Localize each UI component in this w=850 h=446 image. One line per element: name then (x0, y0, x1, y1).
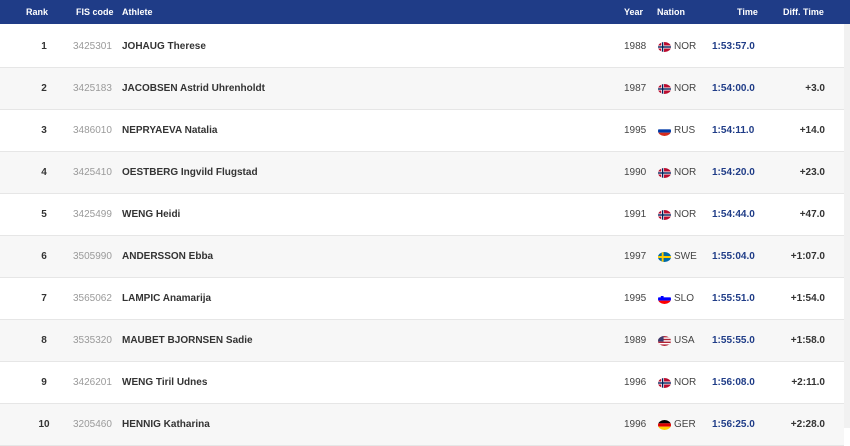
time-cell: 1:54:44.0 (712, 209, 755, 220)
birth-year-cell: 1995 (624, 125, 647, 136)
athlete-name-link[interactable]: WENG Heidi (122, 209, 180, 221)
nation-code-cell: RUS (674, 125, 696, 136)
diff-time-cell: +47.0 (799, 209, 825, 220)
birth-year-cell: 1996 (624, 419, 647, 430)
fis-code-cell: 3205460 (73, 419, 112, 430)
results-list: 1 3425301 JOHAUG Therese 1988 NOR 1:53:57.0 2 3… (0, 26, 844, 446)
russia-flag-icon (658, 126, 671, 136)
results-table-header: Rank FIS code Athlete Year Nation Time D… (0, 0, 850, 24)
table-row[interactable]: 1 3425301 JOHAUG Therese 1988 NOR 1:53:57.0 (0, 26, 844, 68)
athlete-name-link[interactable]: LAMPIC Anamarija (122, 293, 211, 305)
time-cell: 1:54:00.0 (712, 83, 755, 94)
birth-year-cell: 1989 (624, 335, 647, 346)
nation-code-cell: USA (674, 335, 695, 346)
birth-year-cell: 1991 (624, 209, 647, 220)
scrollbar[interactable] (844, 24, 850, 428)
diff-time-cell: +1:58.0 (790, 335, 825, 346)
table-row[interactable]: 5 3425499 WENG Heidi 1991 NOR 1:54:44.0 +47.0 (0, 194, 844, 236)
athlete-name-link[interactable]: JOHAUG Therese (122, 41, 206, 53)
athlete-name-link[interactable]: NEPRYAEVA Natalia (122, 125, 217, 137)
athlete-name-link[interactable]: HENNIG Katharina (122, 419, 210, 431)
time-cell: 1:53:57.0 (712, 41, 755, 52)
birth-year-cell: 1988 (624, 41, 647, 52)
diff-time-cell: +23.0 (799, 167, 825, 178)
header-fis-code[interactable]: FIS code (76, 7, 114, 17)
norway-flag-icon (658, 378, 671, 388)
table-row[interactable]: 4 3425410 OESTBERG Ingvild Flugstad 1990 NOR… (0, 152, 844, 194)
header-diff-time[interactable]: Diff. Time (783, 7, 824, 17)
athlete-name-link[interactable]: WENG Tiril Udnes (122, 377, 207, 389)
time-cell: 1:54:11.0 (712, 125, 755, 136)
fis-code-cell: 3425410 (73, 167, 112, 178)
norway-flag-icon (658, 42, 671, 52)
nation-code-cell: NOR (674, 41, 697, 52)
slovenia-flag-icon (658, 294, 671, 304)
nation-code-cell: SWE (674, 251, 697, 262)
time-cell: 1:56:25.0 (712, 419, 755, 430)
table-row[interactable]: 2 3425183 JACOBSEN Astrid Uhrenholdt 1987 NO… (0, 68, 844, 110)
fis-code-cell: 3535320 (73, 335, 112, 346)
header-nation[interactable]: Nation (657, 7, 685, 17)
athlete-name-link[interactable]: MAUBET BJORNSEN Sadie (122, 335, 253, 347)
time-cell: 1:55:51.0 (712, 293, 755, 304)
norway-flag-icon (658, 210, 671, 220)
norway-flag-icon (658, 168, 671, 178)
time-cell: 1:56:08.0 (712, 377, 755, 388)
time-cell: 1:55:55.0 (712, 335, 755, 346)
diff-time-cell: +1:07.0 (790, 251, 825, 262)
norway-flag-icon (658, 84, 671, 94)
birth-year-cell: 1987 (624, 83, 647, 94)
birth-year-cell: 1990 (624, 167, 647, 178)
nation-code-cell: NOR (674, 83, 697, 94)
sweden-flag-icon (658, 252, 671, 262)
fis-code-cell: 3425301 (73, 41, 112, 52)
header-year[interactable]: Year (624, 7, 643, 17)
birth-year-cell: 1997 (624, 251, 647, 262)
birth-year-cell: 1996 (624, 377, 647, 388)
diff-time-cell: +3.0 (805, 83, 825, 94)
fis-code-cell: 3505990 (73, 251, 112, 262)
table-row[interactable]: 3 3486010 NEPRYAEVA Natalia 1995 RUS 1:54:11.… (0, 110, 844, 152)
fis-code-cell: 3486010 (73, 125, 112, 136)
nation-code-cell: NOR (674, 167, 697, 178)
athlete-name-link[interactable]: ANDERSSON Ebba (122, 251, 213, 263)
nation-code-cell: SLO (674, 293, 695, 304)
diff-time-cell: +1:54.0 (790, 293, 825, 304)
time-cell: 1:55:04.0 (712, 251, 755, 262)
fis-code-cell: 3565062 (73, 293, 112, 304)
header-rank[interactable]: Rank (26, 7, 48, 17)
nation-code-cell: NOR (674, 209, 697, 220)
nation-code-cell: NOR (674, 377, 697, 388)
usa-flag-icon (658, 336, 671, 346)
fis-code-cell: 3425183 (73, 83, 112, 94)
table-row[interactable]: 6 3505990 ANDERSSON Ebba 1997 SWE 1:55:04.0 +1… (0, 236, 844, 278)
diff-time-cell: +2:11.0 (791, 377, 825, 388)
fis-code-cell: 3425499 (73, 209, 112, 220)
table-row[interactable]: 8 3535320 MAUBET BJORNSEN Sadie 1989 USA 1:55… (0, 320, 844, 362)
table-row[interactable]: 7 3565062 LAMPIC Anamarija 1995 SLO 1:55:51.0… (0, 278, 844, 320)
fis-code-cell: 3426201 (73, 377, 112, 388)
header-time[interactable]: Time (737, 7, 758, 17)
birth-year-cell: 1995 (624, 293, 647, 304)
table-row[interactable]: 10 3205460 HENNIG Katharina 1996 GER 1:56:25.… (0, 404, 844, 446)
germany-flag-icon (658, 420, 671, 430)
diff-time-cell: +2:28.0 (790, 419, 825, 430)
table-row[interactable]: 9 3426201 WENG Tiril Udnes 1996 NOR 1:56:08.0… (0, 362, 844, 404)
athlete-name-link[interactable]: OESTBERG Ingvild Flugstad (122, 167, 258, 179)
athlete-name-link[interactable]: JACOBSEN Astrid Uhrenholdt (122, 83, 265, 95)
diff-time-cell: +14.0 (799, 125, 825, 136)
time-cell: 1:54:20.0 (712, 167, 755, 178)
header-athlete[interactable]: Athlete (122, 7, 153, 17)
nation-code-cell: GER (674, 419, 696, 430)
